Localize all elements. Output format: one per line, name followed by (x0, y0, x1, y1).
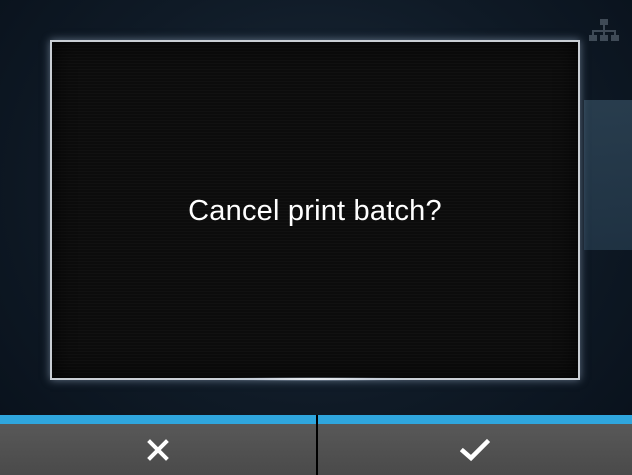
background-side-panel (584, 100, 632, 250)
confirmation-dialog: Cancel print batch? (50, 40, 580, 381)
checkmark-icon (460, 438, 490, 461)
printer-display: Cancel print batch? (0, 0, 632, 475)
network-icon (589, 19, 619, 41)
dialog-message: Cancel print batch? (188, 195, 442, 227)
confirm-button[interactable] (318, 415, 632, 475)
softkey-bar (0, 415, 632, 475)
close-icon (147, 438, 169, 461)
cancel-button[interactable] (0, 415, 316, 475)
